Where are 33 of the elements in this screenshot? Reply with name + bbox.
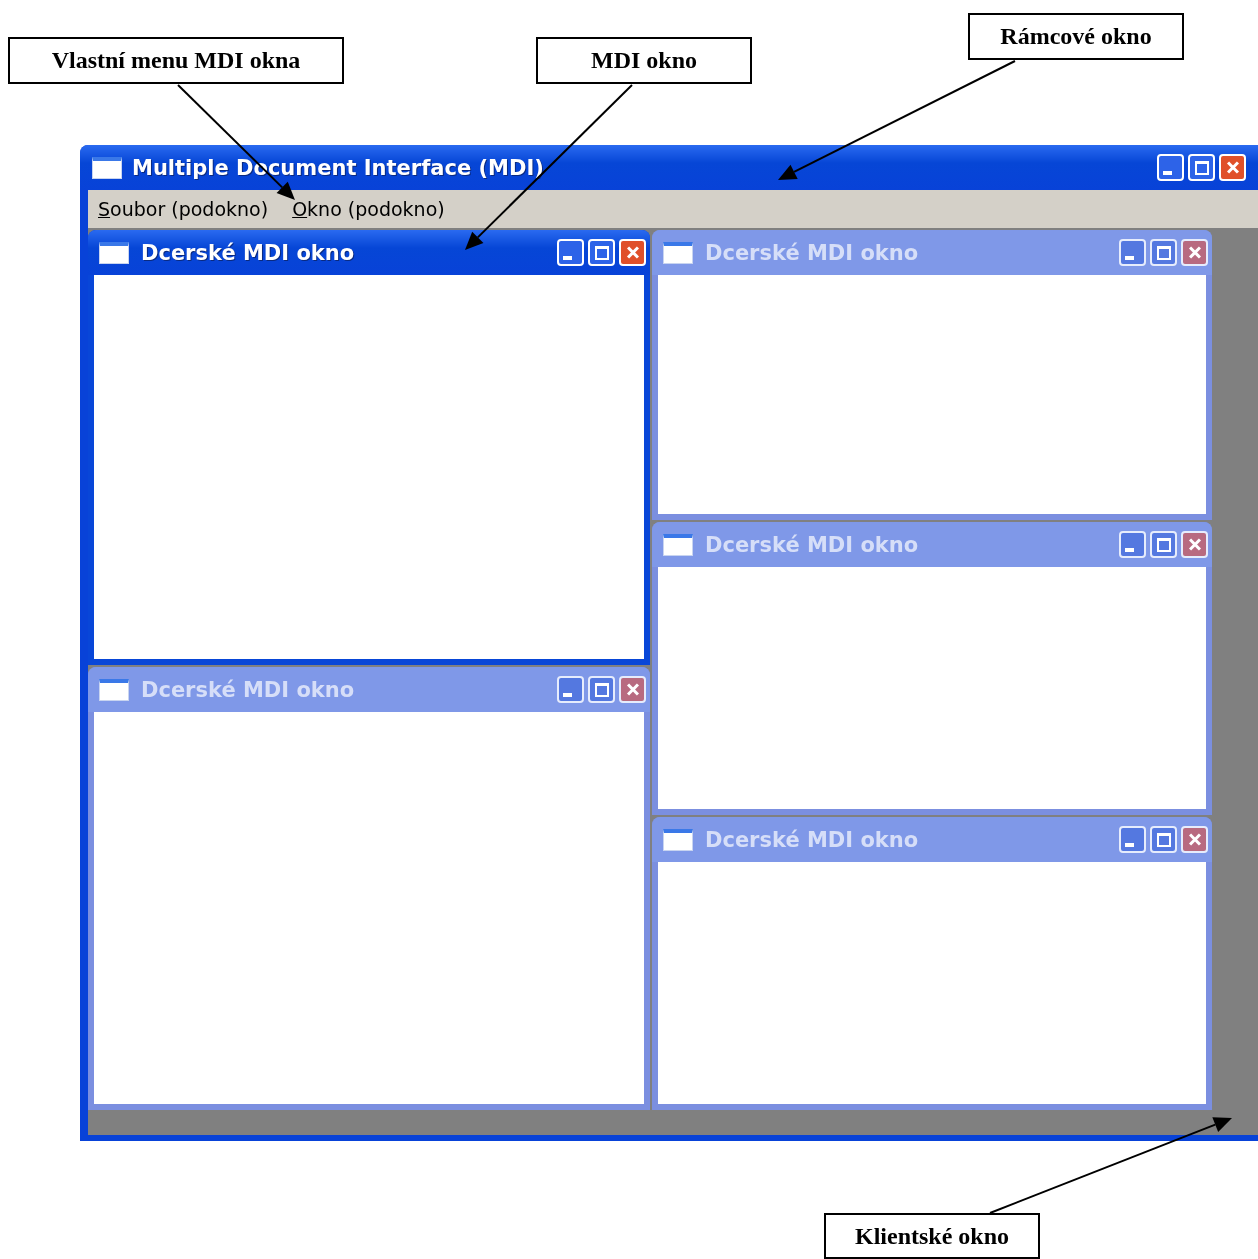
maximize-button[interactable] <box>1150 826 1177 853</box>
close-button[interactable] <box>1181 826 1208 853</box>
close-button[interactable] <box>619 676 646 703</box>
window-icon <box>99 678 129 701</box>
child-window-title: Dcerské MDI okno <box>705 827 919 852</box>
window-icon <box>99 241 129 264</box>
minimize-button[interactable] <box>1119 826 1146 853</box>
callout-label: MDI okno <box>536 37 752 84</box>
menu-item[interactable]: Okno (podokno) <box>292 198 445 220</box>
window-icon <box>663 533 693 556</box>
maximize-button[interactable] <box>1150 239 1177 266</box>
minimize-button[interactable] <box>1119 531 1146 558</box>
minimize-button[interactable] <box>1119 239 1146 266</box>
child-window[interactable]: Dcerské MDI okno <box>652 230 1212 520</box>
callout-label: Klientské okno <box>824 1213 1040 1259</box>
child-window-title: Dcerské MDI okno <box>705 532 919 557</box>
minimize-button[interactable] <box>557 676 584 703</box>
window-icon <box>663 828 693 851</box>
child-window[interactable]: Dcerské MDI okno <box>88 667 650 1110</box>
child-window-title: Dcerské MDI okno <box>705 240 919 265</box>
window-icon <box>663 241 693 264</box>
maximize-button[interactable] <box>1150 531 1177 558</box>
close-button[interactable] <box>1181 531 1208 558</box>
callout-label: Rámcové okno <box>968 13 1184 60</box>
child-window-title: Dcerské MDI okno <box>141 240 355 265</box>
close-button[interactable] <box>1181 239 1208 266</box>
callout-label: Vlastní menu MDI okna <box>8 37 344 84</box>
window-icon <box>92 156 122 179</box>
menu-item[interactable]: Soubor (podokno) <box>98 198 269 220</box>
maximize-button[interactable] <box>588 676 615 703</box>
child-window[interactable]: Dcerské MDI okno <box>652 817 1212 1110</box>
child-window[interactable]: Dcerské MDI okno <box>652 522 1212 815</box>
child-window-title: Dcerské MDI okno <box>141 677 355 702</box>
